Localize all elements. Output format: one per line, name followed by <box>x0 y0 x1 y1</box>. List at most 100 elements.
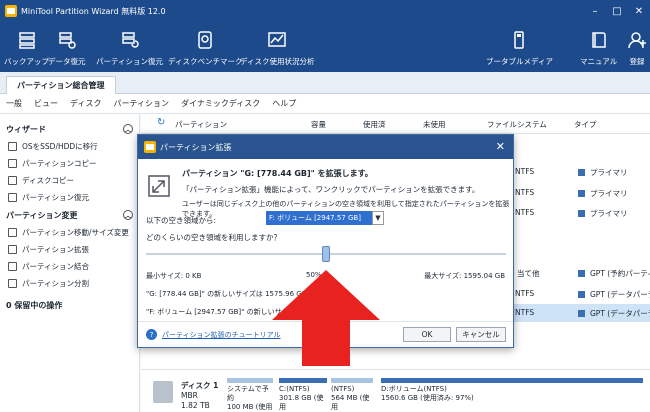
disk-benchmark-button[interactable]: ディスクベンチマーク <box>168 30 242 67</box>
wizard-section-header[interactable]: ウィザード ︿ <box>0 120 139 138</box>
menu-help[interactable]: ヘルプ <box>272 98 296 109</box>
cell-type-label: GPT (データパーティ <box>590 290 650 299</box>
partition-recovery-button[interactable]: パーティション復元 <box>96 30 163 67</box>
menu-disk[interactable]: ディスク <box>70 98 101 109</box>
dialog-title-bar: パーティション拡張 <box>138 135 513 159</box>
sidebar-item-label: パーティション分割 <box>22 279 90 288</box>
disk-partition-block[interactable]: システムで予約 100 MB (使用 <box>227 378 273 412</box>
disk-info[interactable]: ディスク 1 MBR 1.82 TB <box>181 381 218 411</box>
minimize-button[interactable]: – <box>584 0 606 22</box>
disk-benchmark-icon <box>198 31 212 49</box>
column-header-capacity[interactable]: 容量 <box>311 119 326 130</box>
annotation-arrow-icon <box>272 270 380 366</box>
title-bar: MiniTool Partition Wizard 無料版 12.0 – □ ✕ <box>0 0 650 22</box>
new-size-source: "F: ボリューム [2947.57 GB]" の新しいサ <box>146 308 282 316</box>
data-recovery-icon <box>59 32 76 49</box>
partition-type-icon <box>578 169 585 176</box>
close-window-button[interactable]: ✕ <box>628 0 650 22</box>
app-logo-icon <box>144 141 156 153</box>
manual-button[interactable]: マニュアル <box>580 30 617 67</box>
sidebar-item-label: パーティションコピー <box>22 159 97 168</box>
maximize-button[interactable]: □ <box>606 0 628 22</box>
menu-partition[interactable]: パーティション <box>113 98 169 109</box>
register-button[interactable]: 登録 <box>627 30 647 67</box>
take-space-from-select[interactable]: F: ボリューム [2947.57 GB] ▼ <box>266 211 384 225</box>
sidebar-item-partition-recovery[interactable]: パーティション復元 <box>0 189 139 206</box>
sidebar-item-label: パーティション復元 <box>22 193 90 202</box>
data-recovery-button[interactable]: データ復元 <box>48 30 86 67</box>
sidebar-item-merge-partition[interactable]: パーティション結合 <box>0 258 139 275</box>
column-header-used[interactable]: 使用済 <box>363 119 386 130</box>
ok-button[interactable]: OK <box>403 327 451 342</box>
partition-usage-bar <box>331 378 373 383</box>
action-panel: ウィザード ︿ OSをSSD/HDDに移行 パーティションコピー ディスクコピー… <box>0 114 140 412</box>
sidebar-item-copy-partition[interactable]: パーティションコピー <box>0 155 139 172</box>
disk-partition-block[interactable]: C:(NTFS) 301.8 GB (使用 <box>279 378 327 412</box>
collapse-icon[interactable]: ︿ <box>123 210 133 220</box>
cancel-button[interactable]: キャンセル <box>456 327 506 342</box>
cell-type-label: GPT (データパーティ <box>590 309 650 318</box>
column-header-partition[interactable]: パーティション <box>175 119 227 130</box>
partition-name: C:(NTFS) <box>279 385 310 393</box>
column-header-unused[interactable]: 未使用 <box>423 119 446 130</box>
help-icon[interactable]: ? <box>146 329 157 340</box>
how-much-label: どのくらいの空き領域を利用しますか？ <box>146 233 281 242</box>
app-logo-icon <box>5 5 17 17</box>
dialog-description: 「パーティション拡張」機能によって、ワンクリックでパーティションを拡張できます。 <box>182 185 480 194</box>
slider-handle[interactable] <box>322 246 330 262</box>
partition-type-icon <box>578 291 585 298</box>
disk-partition-block[interactable]: D:ボリューム(NTFS) 1560.6 GB (使用済み: 97%) <box>381 378 643 412</box>
toolbar-label: バックアップ <box>4 57 49 66</box>
chevron-down-icon[interactable]: ▼ <box>372 211 384 225</box>
menu-dynamic-disk[interactable]: ダイナミックディスク <box>181 98 260 109</box>
column-header-type[interactable]: タイプ <box>574 119 597 130</box>
dialog-close-button[interactable]: ✕ <box>496 141 505 152</box>
cell-type: GPT (予約パーティション) <box>578 268 650 279</box>
toolbar-label: ブータブルメディア <box>486 57 553 66</box>
partition-name: (NTFS) <box>331 385 355 393</box>
disk-size: 1.82 TB <box>181 401 210 410</box>
sidebar-item-split-partition[interactable]: パーティション分割 <box>0 275 139 292</box>
bootable-media-button[interactable]: ブータブルメディア <box>486 30 553 67</box>
cell-type-label: GPT (予約パーティション) <box>590 269 650 278</box>
backup-button[interactable]: バックアップ <box>4 30 49 67</box>
toolbar-label: パーティション復元 <box>96 57 164 66</box>
sidebar-item-label: パーティション移動/サイズ変更 <box>22 228 129 237</box>
cell-filesystem: NTFS <box>515 167 535 176</box>
refresh-icon[interactable]: ↻ <box>157 117 165 128</box>
sidebar-item-label: パーティション拡張 <box>22 245 90 254</box>
sidebar-item-copy-disk[interactable]: ディスクコピー <box>0 172 139 189</box>
wizard-section-title: ウィザード <box>6 124 46 134</box>
sidebar-item-label: OSをSSD/HDDに移行 <box>22 142 98 151</box>
collapse-icon[interactable]: ︿ <box>123 124 133 134</box>
partition-type-icon <box>578 210 585 217</box>
sidebar-item-move-resize[interactable]: パーティション移動/サイズ変更 <box>0 224 139 241</box>
column-header-filesystem[interactable]: ファイルシステム <box>487 119 547 130</box>
migrate-os-icon <box>8 142 17 151</box>
sidebar-item-extend-partition[interactable]: パーティション拡張 <box>0 241 139 258</box>
menu-general[interactable]: 一般 <box>6 98 22 109</box>
cell-filesystem: 当て他 <box>517 269 540 278</box>
disk-partition-block[interactable]: (NTFS) 564 MB (使用 <box>331 378 373 412</box>
toolbar-label: ディスクベンチマーク <box>168 57 243 66</box>
change-section-header[interactable]: パーティション変更 ︿ <box>0 206 139 224</box>
cell-type: プライマリ <box>578 208 628 219</box>
cell-type: GPT (データパーティ <box>578 289 650 300</box>
tutorial-link[interactable]: パーティション拡張のチュートリアル <box>162 330 281 340</box>
space-slider[interactable] <box>146 246 506 262</box>
tab-strip: パーティション総合管理 <box>0 72 650 94</box>
sidebar-item-label: ディスクコピー <box>22 176 74 185</box>
space-analyzer-icon <box>268 32 286 47</box>
cell-filesystem: NTFS <box>515 308 535 317</box>
partition-type-icon <box>578 190 585 197</box>
selected-partition: F: ボリューム [2947.57 GB] <box>269 214 361 222</box>
tab-partition-management[interactable]: パーティション総合管理 <box>6 76 116 94</box>
split-partition-icon <box>8 279 17 288</box>
sidebar-item-migrate-os[interactable]: OSをSSD/HDDに移行 <box>0 138 139 155</box>
menu-view[interactable]: ビュー <box>34 98 58 109</box>
partition-usage-bar <box>227 378 273 383</box>
partition-name: システムで予約 <box>227 385 269 402</box>
space-analyzer-button[interactable]: ディスク使用状況分析 <box>240 30 314 67</box>
dialog-title: パーティション拡張 <box>160 142 232 152</box>
cell-filesystem: NTFS <box>515 188 535 197</box>
